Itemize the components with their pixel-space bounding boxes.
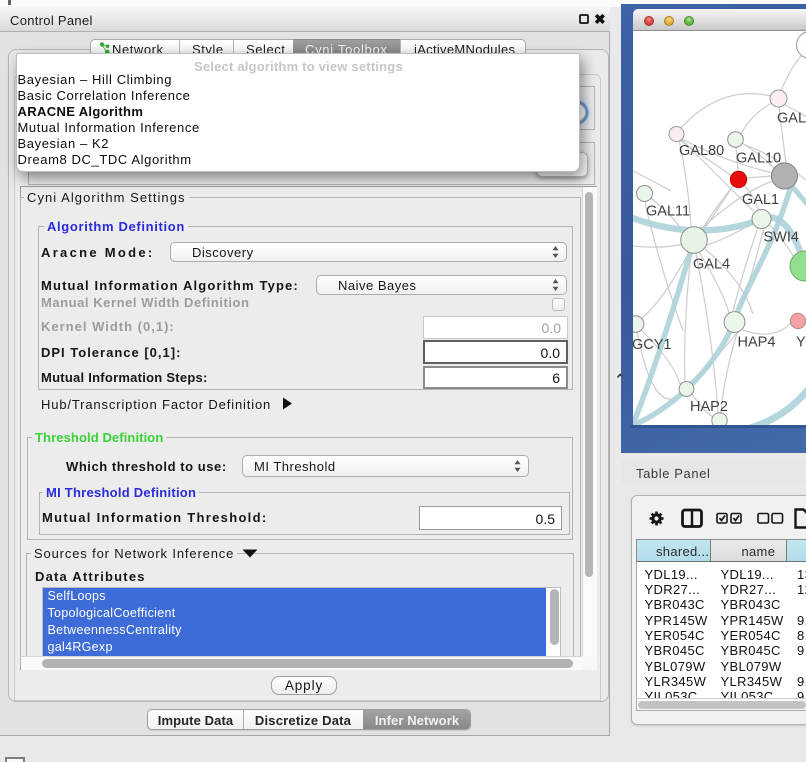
svg-text:GAL4: GAL4	[693, 257, 730, 273]
svg-text:HAP4: HAP4	[738, 335, 776, 351]
svg-text:Y: Y	[796, 335, 806, 351]
svg-text:GAL80: GAL80	[679, 143, 724, 159]
svg-text:GAL11: GAL11	[646, 204, 690, 220]
svg-text:HAP2: HAP2	[690, 399, 728, 415]
svg-text:GCY1: GCY1	[633, 337, 672, 353]
svg-text:SWI4: SWI4	[764, 230, 799, 246]
svg-text:GAL1: GAL1	[742, 192, 779, 208]
svg-text:GAL: GAL	[777, 111, 806, 127]
svg-text:GAL10: GAL10	[736, 151, 781, 167]
